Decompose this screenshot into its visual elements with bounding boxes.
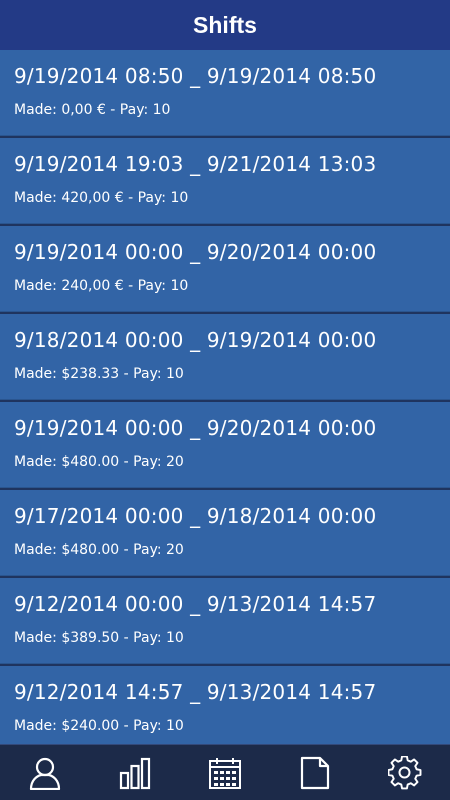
shift-range: 9/12/2014 14:57 _ 9/13/2014 14:57 [14, 680, 377, 704]
tab-settings[interactable] [375, 745, 435, 800]
shift-item[interactable]: 9/19/2014 00:00 _ 9/20/2014 00:00 Made: … [0, 402, 450, 488]
shift-item[interactable]: 9/12/2014 00:00 _ 9/13/2014 14:57 Made: … [0, 578, 450, 664]
shift-list[interactable]: 9/19/2014 08:50 _ 9/19/2014 08:50 Made: … [0, 50, 450, 744]
shift-item[interactable]: 9/19/2014 19:03 _ 9/21/2014 13:03 Made: … [0, 138, 450, 224]
shift-details: Made: $480.00 - Pay: 20 [14, 542, 184, 558]
shift-range: 9/19/2014 19:03 _ 9/21/2014 13:03 [14, 152, 377, 176]
tab-reports[interactable] [285, 745, 345, 800]
shift-details: Made: 240,00 € - Pay: 10 [14, 278, 189, 294]
gear-icon [388, 755, 422, 789]
shift-range: 9/17/2014 00:00 _ 9/18/2014 00:00 [14, 504, 377, 528]
tab-calendar[interactable] [195, 745, 255, 800]
tab-profile[interactable] [15, 745, 75, 800]
shift-range: 9/12/2014 00:00 _ 9/13/2014 14:57 [14, 592, 377, 616]
shift-item[interactable]: 9/12/2014 14:57 _ 9/13/2014 14:57 Made: … [0, 666, 450, 744]
shift-details: Made: $238.33 - Pay: 10 [14, 366, 184, 382]
shift-details: Made: $240.00 - Pay: 10 [14, 718, 184, 734]
shift-range: 9/18/2014 00:00 _ 9/19/2014 00:00 [14, 328, 377, 352]
calendar-icon [209, 757, 241, 789]
bar-chart-icon [119, 757, 151, 789]
shift-range: 9/19/2014 00:00 _ 9/20/2014 00:00 [14, 240, 377, 264]
document-icon [300, 756, 330, 789]
tab-stats[interactable] [105, 745, 165, 800]
shift-details: Made: 420,00 € - Pay: 10 [14, 190, 189, 206]
bottom-tab-bar [0, 744, 450, 800]
shift-item[interactable]: 9/19/2014 00:00 _ 9/20/2014 00:00 Made: … [0, 226, 450, 312]
page-title: Shifts [193, 11, 257, 38]
shift-item[interactable]: 9/18/2014 00:00 _ 9/19/2014 00:00 Made: … [0, 314, 450, 400]
top-bar: Shifts [0, 0, 450, 50]
shift-details: Made: $480.00 - Pay: 20 [14, 454, 184, 470]
app-screen: Shifts 9/19/2014 08:50 _ 9/19/2014 08:50… [0, 0, 450, 800]
shift-details: Made: 0,00 € - Pay: 10 [14, 102, 171, 118]
shift-range: 9/19/2014 08:50 _ 9/19/2014 08:50 [14, 64, 377, 88]
shift-item[interactable]: 9/19/2014 08:50 _ 9/19/2014 08:50 Made: … [0, 50, 450, 136]
shift-details: Made: $389.50 - Pay: 10 [14, 630, 184, 646]
shift-item[interactable]: 9/17/2014 00:00 _ 9/18/2014 00:00 Made: … [0, 490, 450, 576]
user-icon [29, 757, 61, 790]
shift-range: 9/19/2014 00:00 _ 9/20/2014 00:00 [14, 416, 377, 440]
